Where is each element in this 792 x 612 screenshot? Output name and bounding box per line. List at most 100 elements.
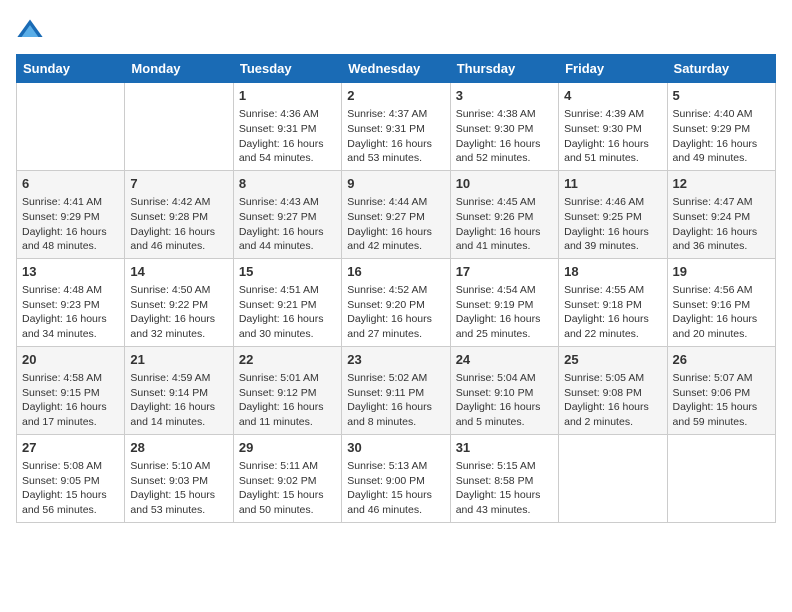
day-header-saturday: Saturday: [667, 55, 775, 83]
calendar-cell: 29 Sunrise: 5:11 AM Sunset: 9:02 PM Dayli…: [233, 434, 341, 522]
day-header-monday: Monday: [125, 55, 233, 83]
day-number: 30: [347, 439, 444, 457]
calendar-cell: 20 Sunrise: 4:58 AM Sunset: 9:15 PM Dayli…: [17, 346, 125, 434]
calendar-cell: 30 Sunrise: 5:13 AM Sunset: 9:00 PM Dayli…: [342, 434, 450, 522]
day-number: 23: [347, 351, 444, 369]
day-info: Sunrise: 5:02 AM Sunset: 9:11 PM Dayligh…: [347, 371, 444, 430]
calendar-cell: [667, 434, 775, 522]
day-number: 29: [239, 439, 336, 457]
calendar-cell: [17, 83, 125, 171]
day-number: 9: [347, 175, 444, 193]
day-info: Sunrise: 4:39 AM Sunset: 9:30 PM Dayligh…: [564, 107, 661, 166]
day-info: Sunrise: 4:45 AM Sunset: 9:26 PM Dayligh…: [456, 195, 553, 254]
calendar-cell: 15 Sunrise: 4:51 AM Sunset: 9:21 PM Dayli…: [233, 258, 341, 346]
day-number: 28: [130, 439, 227, 457]
calendar-cell: 17 Sunrise: 4:54 AM Sunset: 9:19 PM Dayli…: [450, 258, 558, 346]
day-header-sunday: Sunday: [17, 55, 125, 83]
day-info: Sunrise: 5:01 AM Sunset: 9:12 PM Dayligh…: [239, 371, 336, 430]
calendar-cell: 3 Sunrise: 4:38 AM Sunset: 9:30 PM Daylig…: [450, 83, 558, 171]
day-info: Sunrise: 5:15 AM Sunset: 8:58 PM Dayligh…: [456, 459, 553, 518]
day-info: Sunrise: 4:44 AM Sunset: 9:27 PM Dayligh…: [347, 195, 444, 254]
logo-icon: [16, 16, 44, 44]
calendar-header-row: SundayMondayTuesdayWednesdayThursdayFrid…: [17, 55, 776, 83]
day-number: 8: [239, 175, 336, 193]
day-number: 21: [130, 351, 227, 369]
day-info: Sunrise: 4:36 AM Sunset: 9:31 PM Dayligh…: [239, 107, 336, 166]
day-number: 24: [456, 351, 553, 369]
calendar-cell: 26Sunrise: 5:07 AM Sunset: 9:06 PM Dayli…: [667, 346, 775, 434]
day-number: 19: [673, 263, 770, 281]
day-number: 17: [456, 263, 553, 281]
calendar-cell: 8Sunrise: 4:43 AM Sunset: 9:27 PM Daylig…: [233, 170, 341, 258]
day-header-wednesday: Wednesday: [342, 55, 450, 83]
calendar-cell: 13Sunrise: 4:48 AM Sunset: 9:23 PM Dayli…: [17, 258, 125, 346]
day-info: Sunrise: 4:38 AM Sunset: 9:30 PM Dayligh…: [456, 107, 553, 166]
calendar-cell: 25 Sunrise: 5:05 AM Sunset: 9:08 PM Dayli…: [559, 346, 667, 434]
day-info: Sunrise: 5:08 AM Sunset: 9:05 PM Dayligh…: [22, 459, 119, 518]
day-info: Sunrise: 4:52 AM Sunset: 9:20 PM Dayligh…: [347, 283, 444, 342]
calendar-cell: 2Sunrise: 4:37 AM Sunset: 9:31 PM Daylig…: [342, 83, 450, 171]
calendar-cell: 24 Sunrise: 5:04 AM Sunset: 9:10 PM Dayli…: [450, 346, 558, 434]
calendar-cell: 7 Sunrise: 4:42 AM Sunset: 9:28 PM Daylig…: [125, 170, 233, 258]
calendar-cell: 10 Sunrise: 4:45 AM Sunset: 9:26 PM Dayli…: [450, 170, 558, 258]
day-number: 7: [130, 175, 227, 193]
calendar-cell: 12Sunrise: 4:47 AM Sunset: 9:24 PM Dayli…: [667, 170, 775, 258]
day-number: 10: [456, 175, 553, 193]
day-header-thursday: Thursday: [450, 55, 558, 83]
calendar-cell: 28 Sunrise: 5:10 AM Sunset: 9:03 PM Dayli…: [125, 434, 233, 522]
day-info: Sunrise: 5:05 AM Sunset: 9:08 PM Dayligh…: [564, 371, 661, 430]
day-info: Sunrise: 5:13 AM Sunset: 9:00 PM Dayligh…: [347, 459, 444, 518]
day-number: 20: [22, 351, 119, 369]
calendar-table: SundayMondayTuesdayWednesdayThursdayFrid…: [16, 54, 776, 523]
day-number: 14: [130, 263, 227, 281]
day-number: 5: [673, 87, 770, 105]
day-info: Sunrise: 4:50 AM Sunset: 9:22 PM Dayligh…: [130, 283, 227, 342]
day-info: Sunrise: 4:46 AM Sunset: 9:25 PM Dayligh…: [564, 195, 661, 254]
day-number: 16: [347, 263, 444, 281]
calendar-cell: 23 Sunrise: 5:02 AM Sunset: 9:11 PM Dayli…: [342, 346, 450, 434]
day-info: Sunrise: 4:58 AM Sunset: 9:15 PM Dayligh…: [22, 371, 119, 430]
day-info: Sunrise: 4:41 AM Sunset: 9:29 PM Dayligh…: [22, 195, 119, 254]
day-info: Sunrise: 4:37 AM Sunset: 9:31 PM Dayligh…: [347, 107, 444, 166]
calendar-week-2: 6 Sunrise: 4:41 AM Sunset: 9:29 PM Daylig…: [17, 170, 776, 258]
day-number: 6: [22, 175, 119, 193]
day-info: Sunrise: 5:11 AM Sunset: 9:02 PM Dayligh…: [239, 459, 336, 518]
day-number: 4: [564, 87, 661, 105]
calendar-cell: 31 Sunrise: 5:15 AM Sunset: 8:58 PM Dayli…: [450, 434, 558, 522]
day-number: 27: [22, 439, 119, 457]
day-info: Sunrise: 4:40 AM Sunset: 9:29 PM Dayligh…: [673, 107, 770, 166]
calendar-cell: 21 Sunrise: 4:59 AM Sunset: 9:14 PM Dayli…: [125, 346, 233, 434]
day-info: Sunrise: 4:56 AM Sunset: 9:16 PM Dayligh…: [673, 283, 770, 342]
day-header-friday: Friday: [559, 55, 667, 83]
calendar-cell: 4 Sunrise: 4:39 AM Sunset: 9:30 PM Daylig…: [559, 83, 667, 171]
calendar-cell: 18 Sunrise: 4:55 AM Sunset: 9:18 PM Dayli…: [559, 258, 667, 346]
day-info: Sunrise: 5:04 AM Sunset: 9:10 PM Dayligh…: [456, 371, 553, 430]
day-info: Sunrise: 4:48 AM Sunset: 9:23 PM Dayligh…: [22, 283, 119, 342]
calendar-week-3: 13Sunrise: 4:48 AM Sunset: 9:23 PM Dayli…: [17, 258, 776, 346]
day-number: 12: [673, 175, 770, 193]
day-header-tuesday: Tuesday: [233, 55, 341, 83]
calendar-cell: 5 Sunrise: 4:40 AM Sunset: 9:29 PM Daylig…: [667, 83, 775, 171]
calendar-cell: [559, 434, 667, 522]
calendar-cell: 27 Sunrise: 5:08 AM Sunset: 9:05 PM Dayli…: [17, 434, 125, 522]
calendar-cell: 6 Sunrise: 4:41 AM Sunset: 9:29 PM Daylig…: [17, 170, 125, 258]
calendar-cell: 14 Sunrise: 4:50 AM Sunset: 9:22 PM Dayli…: [125, 258, 233, 346]
day-number: 22: [239, 351, 336, 369]
calendar-cell: [125, 83, 233, 171]
day-number: 15: [239, 263, 336, 281]
calendar-week-4: 20 Sunrise: 4:58 AM Sunset: 9:15 PM Dayli…: [17, 346, 776, 434]
day-number: 18: [564, 263, 661, 281]
calendar-cell: 9 Sunrise: 4:44 AM Sunset: 9:27 PM Daylig…: [342, 170, 450, 258]
day-info: Sunrise: 4:59 AM Sunset: 9:14 PM Dayligh…: [130, 371, 227, 430]
day-number: 25: [564, 351, 661, 369]
day-info: Sunrise: 4:54 AM Sunset: 9:19 PM Dayligh…: [456, 283, 553, 342]
day-number: 11: [564, 175, 661, 193]
calendar-cell: 22 Sunrise: 5:01 AM Sunset: 9:12 PM Dayli…: [233, 346, 341, 434]
day-number: 3: [456, 87, 553, 105]
day-number: 31: [456, 439, 553, 457]
day-info: Sunrise: 5:10 AM Sunset: 9:03 PM Dayligh…: [130, 459, 227, 518]
day-info: Sunrise: 4:51 AM Sunset: 9:21 PM Dayligh…: [239, 283, 336, 342]
day-info: Sunrise: 4:42 AM Sunset: 9:28 PM Dayligh…: [130, 195, 227, 254]
page-header: [16, 16, 776, 44]
day-info: Sunrise: 4:55 AM Sunset: 9:18 PM Dayligh…: [564, 283, 661, 342]
